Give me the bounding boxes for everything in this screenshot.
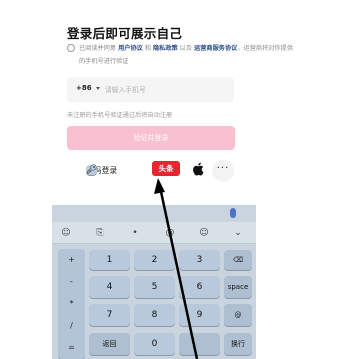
login-screen: 登录后即可展示自己 已阅读并同意 用户协议 和 隐私政策 以及 运营商服务协议，… <box>0 0 350 359</box>
annotation-arrow <box>154 178 199 359</box>
